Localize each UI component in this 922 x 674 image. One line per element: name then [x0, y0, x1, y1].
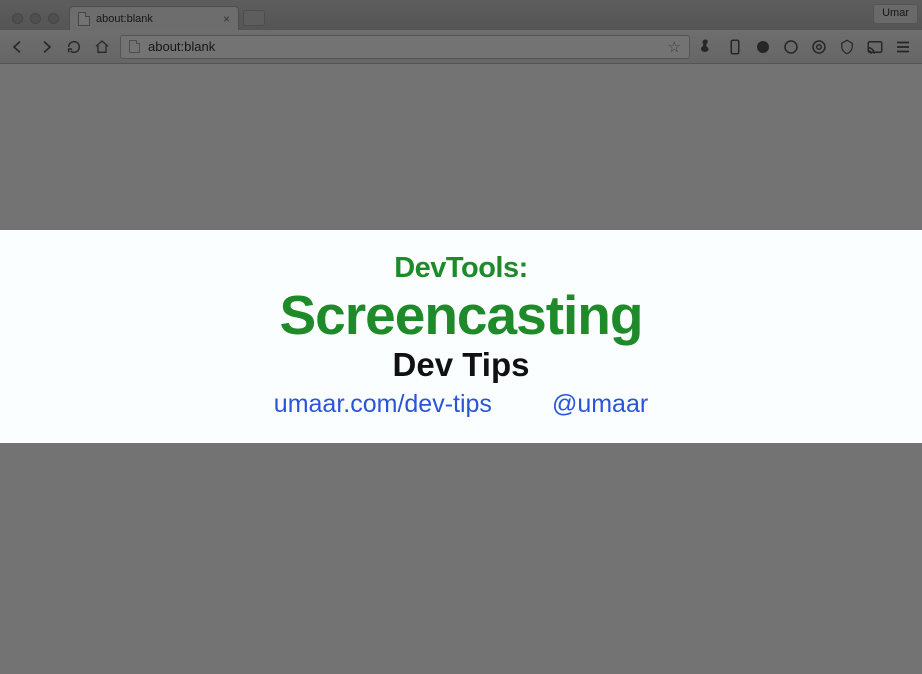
- home-button[interactable]: [92, 37, 112, 57]
- page-icon: [78, 12, 90, 26]
- card-title: Screencasting: [0, 285, 922, 346]
- extension-icons: [698, 38, 914, 56]
- close-window-icon[interactable]: [12, 13, 23, 24]
- close-tab-icon[interactable]: ×: [223, 13, 230, 25]
- tab-bar: about:blank × Umar: [0, 0, 922, 30]
- address-bar[interactable]: about:blank ☆: [120, 35, 690, 59]
- card-supertitle: DevTools:: [0, 252, 922, 285]
- menu-button[interactable]: [894, 38, 912, 56]
- tab-title: about:blank: [96, 13, 217, 25]
- window-controls: [8, 13, 69, 30]
- extension-icon[interactable]: [726, 38, 744, 56]
- card-links: umaar.com/dev-tips @umaar: [0, 390, 922, 419]
- profile-button[interactable]: Umar: [873, 4, 918, 24]
- handle-link[interactable]: @umaar: [552, 390, 648, 419]
- new-tab-button[interactable]: [243, 10, 265, 26]
- extension-icon[interactable]: [782, 38, 800, 56]
- page-icon: [129, 40, 140, 53]
- url-text: about:blank: [148, 39, 660, 54]
- card-subtitle: Dev Tips: [0, 346, 922, 384]
- browser-tab[interactable]: about:blank ×: [69, 6, 239, 30]
- minimize-window-icon[interactable]: [30, 13, 41, 24]
- back-button[interactable]: [8, 37, 28, 57]
- title-card: DevTools: Screencasting Dev Tips umaar.c…: [0, 230, 922, 443]
- site-link[interactable]: umaar.com/dev-tips: [274, 390, 492, 419]
- extension-icon[interactable]: [810, 38, 828, 56]
- forward-button[interactable]: [36, 37, 56, 57]
- extension-icon[interactable]: [838, 38, 856, 56]
- maximize-window-icon[interactable]: [48, 13, 59, 24]
- bookmark-star-icon[interactable]: ☆: [668, 38, 681, 56]
- reload-button[interactable]: [64, 37, 84, 57]
- toolbar: about:blank ☆: [0, 30, 922, 64]
- extension-icon[interactable]: [698, 38, 716, 56]
- cast-icon[interactable]: [866, 38, 884, 56]
- extension-icon[interactable]: [754, 38, 772, 56]
